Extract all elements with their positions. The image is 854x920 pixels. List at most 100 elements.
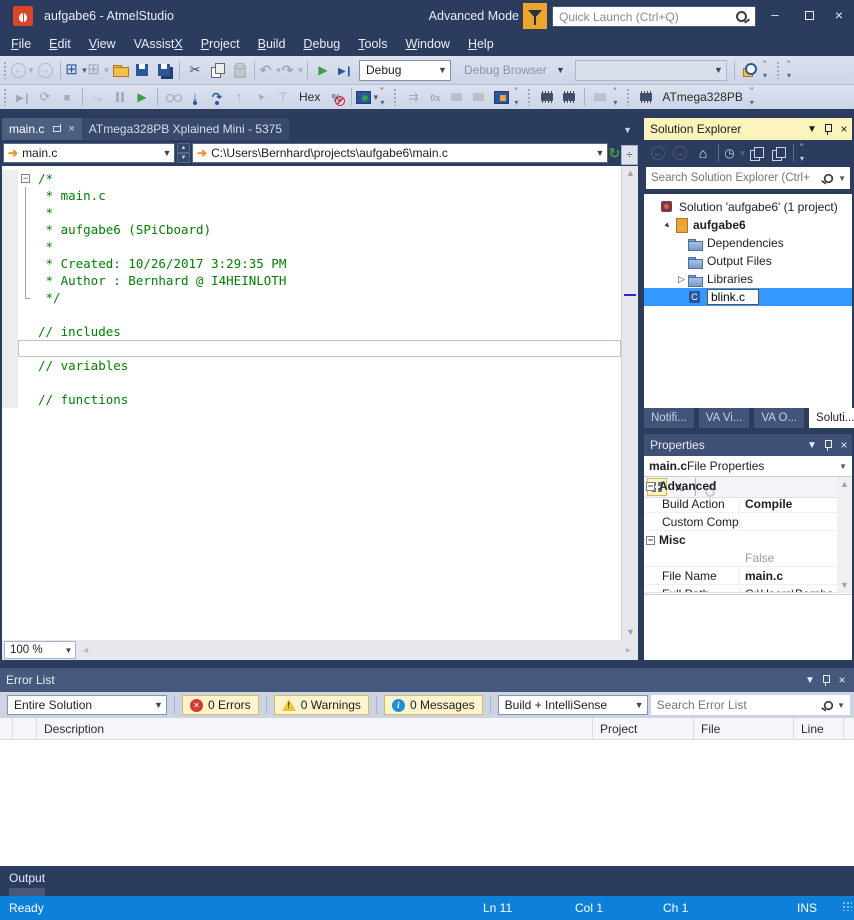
nav-back-button[interactable]: ▼ bbox=[12, 59, 34, 81]
properties-object-combobox[interactable]: main.c File Properties ▼ bbox=[644, 456, 852, 477]
property-row[interactable]: Full PathC:\Users\Bernha bbox=[644, 585, 852, 593]
tree-item-aufgabe6[interactable]: ▾aufgabe6 bbox=[644, 216, 852, 234]
tree-item-solution-aufgabe6-1-project-[interactable]: Solution 'aufgabe6' (1 project) bbox=[644, 198, 852, 216]
error-list-search-input[interactable]: Search Error List ▼ bbox=[651, 695, 850, 715]
start-without-debugging-button[interactable] bbox=[312, 59, 334, 81]
code-line-6[interactable]: * Created: 10/26/2017 3:29:35 PM bbox=[2, 255, 621, 272]
column-header-blank-1[interactable] bbox=[13, 718, 37, 739]
show-next-statement-button[interactable] bbox=[87, 86, 109, 108]
error-list-header[interactable]: Error List ▼ × bbox=[0, 668, 854, 692]
menu-build[interactable]: Build bbox=[249, 34, 295, 54]
tree-item-output-files[interactable]: Output Files bbox=[644, 252, 852, 270]
add-new-item-button[interactable]: ▼ bbox=[87, 59, 109, 81]
output-tab-label[interactable]: Output bbox=[9, 871, 45, 885]
property-value[interactable]: False bbox=[740, 551, 852, 565]
device-programming-button[interactable]: ↓ bbox=[558, 86, 580, 108]
paste-button[interactable] bbox=[228, 59, 250, 81]
io-view-button[interactable] bbox=[490, 86, 512, 108]
break-all-button[interactable] bbox=[109, 86, 131, 108]
toolbar-grip[interactable] bbox=[626, 88, 631, 106]
solution-explorer-search-input[interactable]: Search Solution Explorer (Ctrl+ ▼ bbox=[646, 167, 850, 189]
close-icon[interactable]: × bbox=[836, 438, 852, 452]
scope-filter-combobox[interactable]: Entire Solution ▼ bbox=[7, 695, 167, 715]
panel-tab-soluti[interactable]: Soluti... bbox=[809, 408, 854, 428]
quickwatch-button[interactable] bbox=[162, 86, 184, 108]
window-position-dropdown-icon[interactable]: ▼ bbox=[804, 440, 820, 451]
step-recording-button[interactable] bbox=[402, 86, 424, 108]
panel-tab-notifi[interactable]: Notifi... bbox=[644, 408, 694, 428]
property-value[interactable]: Compile bbox=[740, 497, 852, 511]
toolbar-grip[interactable] bbox=[393, 88, 398, 106]
pin-icon[interactable] bbox=[823, 439, 833, 451]
menu-view[interactable]: View bbox=[80, 34, 125, 54]
toolbar-overflow-button[interactable] bbox=[748, 87, 760, 107]
solution-explorer-header[interactable]: Solution Explorer ▼ × bbox=[644, 118, 852, 140]
spinner-up-icon[interactable]: ▲ bbox=[177, 143, 190, 153]
column-header-file[interactable]: File bbox=[694, 718, 794, 739]
program-device-button[interactable]: ↓ bbox=[536, 86, 558, 108]
column-header-description[interactable]: Description bbox=[37, 718, 593, 739]
error-list-body[interactable] bbox=[0, 740, 854, 866]
redo-button[interactable]: ▼ bbox=[281, 59, 303, 81]
tab-main-c[interactable]: main.c × bbox=[2, 118, 82, 140]
save-all-button[interactable] bbox=[153, 59, 175, 81]
run-to-cursor-button[interactable] bbox=[272, 86, 294, 108]
toolbar-grip[interactable] bbox=[3, 88, 8, 106]
disassembly-button[interactable] bbox=[424, 86, 446, 108]
window-position-dropdown-icon[interactable]: ▼ bbox=[802, 675, 818, 686]
property-category-advanced[interactable]: −Advanced bbox=[644, 477, 852, 495]
se-forward-button[interactable] bbox=[670, 142, 692, 164]
warnings-filter-button[interactable]: 0 Warnings bbox=[274, 695, 369, 715]
code-line-2[interactable]: * main.c bbox=[2, 187, 621, 204]
save-button[interactable] bbox=[131, 59, 153, 81]
collapse-category-icon[interactable]: − bbox=[646, 536, 655, 545]
step-out-button[interactable] bbox=[228, 86, 250, 108]
collapse-region-icon[interactable]: − bbox=[21, 174, 30, 183]
code-line-1[interactable]: −/* bbox=[2, 170, 621, 187]
editor-vertical-scrollbar[interactable]: ÷ ▲ ▼ bbox=[621, 166, 638, 640]
column-header-blank-0[interactable] bbox=[0, 718, 13, 739]
code-area[interactable]: −/* * main.c * * aufgabe6 (SPiCboard) * … bbox=[2, 170, 621, 640]
close-icon[interactable]: × bbox=[834, 673, 850, 687]
menu-edit[interactable]: Edit bbox=[40, 34, 80, 54]
scroll-up-icon[interactable]: ▲ bbox=[837, 477, 852, 492]
menu-help[interactable]: Help bbox=[459, 34, 503, 54]
pending-filter-button[interactable]: ▼ bbox=[723, 142, 745, 164]
collapse-category-icon[interactable]: − bbox=[646, 482, 655, 491]
toolbar-overflow-button[interactable] bbox=[785, 60, 797, 80]
scope-spinner[interactable]: ▲ ▼ bbox=[177, 143, 190, 163]
toolbar-overflow-button[interactable] bbox=[798, 143, 810, 163]
find-in-files-button[interactable] bbox=[739, 59, 761, 81]
toolbar-overflow-button[interactable] bbox=[512, 87, 524, 107]
restart-button[interactable] bbox=[34, 86, 56, 108]
properties-header[interactable]: Properties ▼ × bbox=[644, 434, 852, 456]
resize-grip[interactable] bbox=[842, 901, 852, 911]
panel-tab-vao[interactable]: VA O... bbox=[754, 408, 804, 428]
set-next-statement-button[interactable] bbox=[250, 86, 272, 108]
se-back-button[interactable] bbox=[648, 142, 670, 164]
menu-window[interactable]: Window bbox=[396, 34, 458, 54]
home-button[interactable] bbox=[692, 142, 714, 164]
sync-doc-button[interactable] bbox=[745, 142, 767, 164]
toolbar-grip[interactable] bbox=[527, 88, 532, 106]
close-button[interactable]: × bbox=[824, 0, 854, 30]
continue-button[interactable] bbox=[12, 86, 34, 108]
editor-horizontal-scrollbar[interactable]: ◄ ► bbox=[78, 642, 636, 658]
step-over-button[interactable] bbox=[206, 86, 228, 108]
code-line-10[interactable]: // includes bbox=[2, 323, 621, 340]
scroll-left-icon[interactable]: ◄ bbox=[78, 642, 93, 658]
tab-device-info[interactable]: ATmega328PB Xplained Mini - 5375 bbox=[82, 118, 289, 140]
code-line-9[interactable] bbox=[2, 306, 621, 323]
source-filter-combobox[interactable]: Build + IntelliSense ▼ bbox=[498, 695, 648, 715]
fold-margin[interactable]: − bbox=[18, 170, 34, 187]
code-line-7[interactable]: * Author : Bernhard @ I4HEINLOTH bbox=[2, 272, 621, 289]
toolbar-overflow-button[interactable] bbox=[378, 87, 390, 107]
scroll-down-icon[interactable]: ▼ bbox=[622, 625, 639, 640]
minimize-button[interactable]: – bbox=[760, 0, 790, 30]
device-name-button[interactable]: ATmega328PB bbox=[657, 90, 748, 104]
toolbar-overflow-button[interactable] bbox=[761, 60, 773, 80]
copy-button[interactable] bbox=[206, 59, 228, 81]
hex-toggle-button[interactable]: Hex bbox=[294, 90, 325, 104]
property-row[interactable]: File Namemain.c bbox=[644, 567, 852, 585]
tree-item-blink-c[interactable]: blink.c bbox=[644, 288, 852, 306]
